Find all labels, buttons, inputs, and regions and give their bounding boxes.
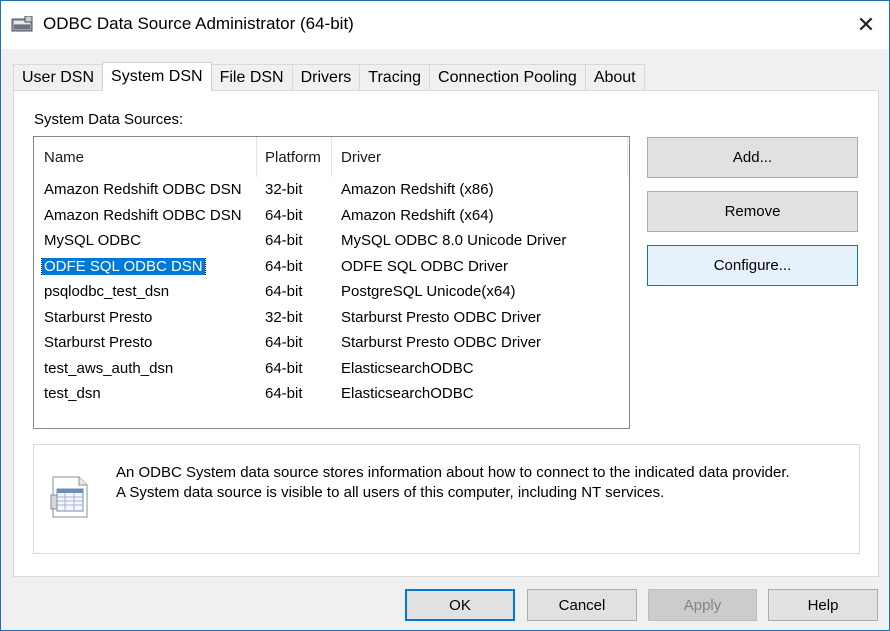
remove-button[interactable]: Remove bbox=[647, 191, 858, 232]
add-button[interactable]: Add... bbox=[647, 137, 858, 178]
dsn-name: test_aws_auth_dsn bbox=[44, 359, 174, 377]
dsn-platform: 64-bit bbox=[265, 334, 303, 352]
list-item[interactable]: MySQL ODBC 64-bit MySQL ODBC 8.0 Unicode… bbox=[34, 228, 629, 254]
tab-connection-pooling[interactable]: Connection Pooling bbox=[429, 64, 586, 91]
column-header-platform[interactable]: Platform bbox=[257, 137, 332, 177]
data-source-list[interactable]: Name Platform Driver Amazon Redshift ODB… bbox=[33, 136, 630, 429]
title-bar[interactable]: ODBC Data Source Administrator (64-bit) … bbox=[1, 1, 889, 49]
list-header: Name Platform Driver bbox=[34, 137, 629, 177]
dsn-platform: 64-bit bbox=[265, 385, 303, 403]
list-item[interactable]: test_dsn 64-bit ElasticsearchODBC bbox=[34, 381, 629, 407]
dsn-platform: 64-bit bbox=[265, 283, 303, 301]
dsn-platform: 64-bit bbox=[265, 206, 303, 224]
list-item[interactable]: test_aws_auth_dsn 64-bit ElasticsearchOD… bbox=[34, 356, 629, 382]
list-item[interactable]: psqlodbc_test_dsn 64-bit PostgreSQL Unic… bbox=[34, 279, 629, 305]
info-box: An ODBC System data source stores inform… bbox=[33, 444, 860, 554]
list-item[interactable]: Starburst Presto 32-bit Starburst Presto… bbox=[34, 305, 629, 331]
dsn-name: Starburst Presto bbox=[44, 308, 153, 326]
configure-button[interactable]: Configure... bbox=[647, 245, 858, 286]
list-item[interactable]: Starburst Presto 64-bit Starburst Presto… bbox=[34, 330, 629, 356]
info-line-2: A System data source is visible to all u… bbox=[116, 484, 665, 501]
dsn-driver: Starburst Presto ODBC Driver bbox=[341, 334, 542, 352]
info-line-1: An ODBC System data source stores inform… bbox=[116, 464, 790, 481]
column-header-driver[interactable]: Driver bbox=[332, 137, 628, 177]
dsn-platform: 32-bit bbox=[265, 181, 303, 199]
tab-tracing[interactable]: Tracing bbox=[359, 64, 431, 91]
apply-button[interactable]: Apply bbox=[648, 589, 757, 621]
dsn-driver: PostgreSQL Unicode(x64) bbox=[341, 283, 516, 301]
close-button[interactable]: ✕ bbox=[843, 1, 889, 48]
list-item[interactable]: Amazon Redshift ODBC DSN 64-bit Amazon R… bbox=[34, 203, 629, 229]
dsn-driver: ElasticsearchODBC bbox=[341, 359, 474, 377]
odbc-admin-window: ODBC Data Source Administrator (64-bit) … bbox=[0, 0, 890, 631]
window-title: ODBC Data Source Administrator (64-bit) bbox=[43, 14, 354, 33]
tab-file-dsn[interactable]: File DSN bbox=[210, 64, 293, 91]
dsn-driver: MySQL ODBC 8.0 Unicode Driver bbox=[341, 232, 567, 250]
list-item[interactable]: Amazon Redshift ODBC DSN 32-bit Amazon R… bbox=[34, 177, 629, 203]
odbc-app-icon bbox=[11, 16, 33, 32]
system-data-sources-label: System Data Sources: bbox=[34, 111, 184, 128]
tab-system-dsn[interactable]: System DSN bbox=[102, 62, 212, 91]
info-text: An ODBC System data source stores inform… bbox=[116, 463, 790, 503]
dsn-driver: Amazon Redshift (x64) bbox=[341, 206, 494, 224]
dsn-driver: ODFE SQL ODBC Driver bbox=[341, 257, 508, 275]
dsn-name-cell: ODFE SQL ODBC DSN bbox=[34, 257, 257, 275]
dsn-driver: Starburst Presto ODBC Driver bbox=[341, 308, 542, 326]
list-item-selected[interactable]: ODFE SQL ODBC DSN 64-bit ODFE SQL ODBC D… bbox=[34, 254, 629, 280]
dsn-name: Amazon Redshift ODBC DSN bbox=[44, 181, 242, 199]
dsn-name: ODFE SQL ODBC DSN bbox=[41, 257, 206, 275]
dsn-name: Amazon Redshift ODBC DSN bbox=[44, 206, 242, 224]
column-header-name[interactable]: Name bbox=[34, 137, 257, 177]
dsn-platform: 64-bit bbox=[265, 359, 303, 377]
list-rows: Amazon Redshift ODBC DSN 32-bit Amazon R… bbox=[34, 177, 629, 407]
dsn-name: MySQL ODBC bbox=[44, 232, 141, 250]
dsn-name: psqlodbc_test_dsn bbox=[44, 283, 170, 301]
dsn-driver: ElasticsearchODBC bbox=[341, 385, 474, 403]
tab-drivers[interactable]: Drivers bbox=[291, 64, 361, 91]
cancel-button[interactable]: Cancel bbox=[527, 589, 637, 621]
tab-user-dsn[interactable]: User DSN bbox=[13, 64, 104, 91]
ok-button[interactable]: OK bbox=[405, 589, 515, 621]
dsn-platform: 64-bit bbox=[265, 232, 303, 250]
dsn-platform: 64-bit bbox=[265, 257, 303, 275]
dsn-name: Starburst Presto bbox=[44, 334, 153, 352]
help-button[interactable]: Help bbox=[768, 589, 878, 621]
tab-about[interactable]: About bbox=[584, 64, 645, 91]
data-source-info-icon bbox=[50, 476, 88, 518]
close-icon: ✕ bbox=[856, 11, 876, 37]
tab-strip: User DSN System DSN File DSN Drivers Tra… bbox=[13, 62, 645, 91]
dsn-name: test_dsn bbox=[44, 385, 101, 403]
dsn-platform: 32-bit bbox=[265, 308, 303, 326]
dsn-driver: Amazon Redshift (x86) bbox=[341, 181, 494, 199]
